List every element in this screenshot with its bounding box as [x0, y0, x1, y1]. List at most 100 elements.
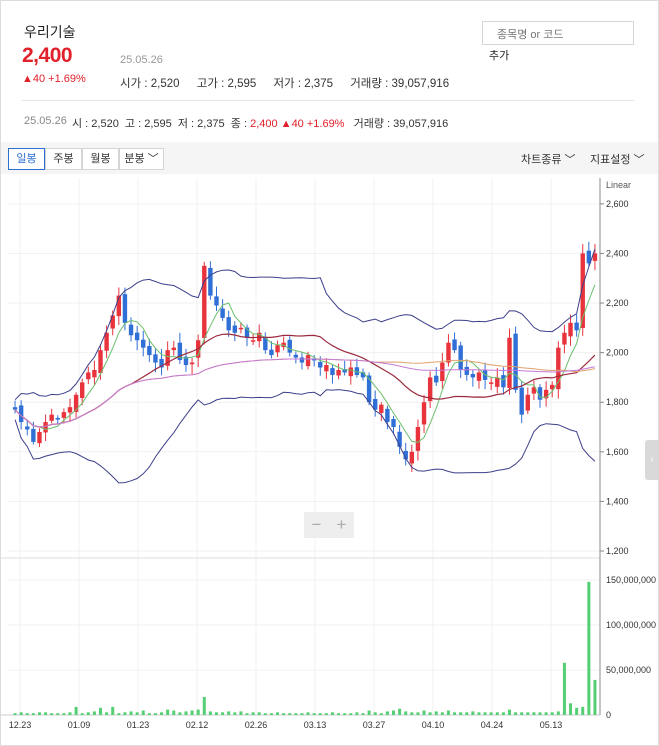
volume-bar: [489, 712, 493, 715]
candle: [214, 296, 219, 306]
volume-bar: [330, 712, 334, 715]
candle: [238, 327, 244, 330]
candle: [202, 265, 207, 339]
candle: [476, 372, 482, 381]
tab-minute[interactable]: 분봉 ﹀: [119, 148, 164, 170]
volume-bar: [62, 713, 66, 715]
candle: [440, 362, 445, 382]
candle: [208, 267, 213, 296]
x-tick-label: 01.09: [68, 720, 91, 730]
candle: [501, 375, 506, 388]
volume-bar: [13, 713, 17, 715]
x-tick-label: 12.23: [9, 720, 32, 730]
chart-type-menu[interactable]: 차트종류 ﹀: [521, 151, 576, 167]
candle: [488, 382, 494, 384]
volume-bar: [416, 712, 420, 715]
volume-bar: [556, 711, 560, 715]
price-tick-label: 2,000: [606, 348, 629, 358]
volume-bar: [404, 711, 408, 715]
candle: [470, 373, 476, 378]
candle: [79, 382, 85, 398]
tab-monthly[interactable]: 월봉: [82, 148, 119, 170]
volume-bar: [569, 703, 573, 715]
volume-bar: [520, 712, 524, 715]
price-tick-label: 2,400: [606, 248, 629, 258]
high-price: 고가 : 2,595: [196, 78, 257, 90]
candle: [562, 332, 567, 345]
candle: [421, 402, 427, 425]
candle: [49, 414, 54, 421]
candle: [507, 337, 512, 389]
volume-bar: [80, 713, 84, 715]
side-panel-toggle[interactable]: ‹: [645, 440, 659, 480]
candle: [171, 347, 176, 351]
chevron-down-icon: ﹀: [144, 153, 159, 165]
volume-bar: [129, 711, 133, 715]
volume-bar: [257, 712, 261, 715]
volume-bar: [483, 712, 487, 715]
zoom-in-button[interactable]: +: [329, 515, 354, 535]
volume-bar: [477, 712, 481, 715]
candlestick-chart[interactable]: Linear 2,600 2,400 2,200 2,000 1,800 1,600 1,40…: [0, 178, 659, 744]
volume-bar: [562, 662, 566, 715]
volume-bar: [550, 712, 554, 715]
volume-bar: [410, 712, 414, 715]
volume-bar: [538, 712, 542, 715]
candle: [336, 369, 341, 376]
volume-bar: [245, 713, 249, 715]
candle: [141, 339, 146, 348]
low-price: 저가 : 2,375: [273, 78, 333, 90]
current-price: 2,400: [22, 44, 73, 67]
candle: [464, 366, 469, 375]
candle: [293, 354, 299, 358]
volume-bar: [373, 712, 377, 715]
tab-daily[interactable]: 일봉: [8, 148, 45, 170]
tab-weekly[interactable]: 주봉: [45, 148, 82, 170]
volume-bar: [56, 713, 60, 715]
indicator-settings-menu[interactable]: 지표설정 ﹀: [590, 151, 645, 167]
volume-bar: [117, 713, 121, 715]
volume-bar: [288, 713, 292, 715]
volume-bar: [434, 711, 438, 715]
add-button[interactable]: 추가: [489, 47, 509, 63]
candle: [61, 412, 67, 418]
candle: [556, 347, 561, 390]
volume-bar: [312, 713, 316, 715]
summary-stats: 시 : 2,520 고 : 2,595 저 : 2,375 종 : 2,400 …: [72, 115, 448, 131]
candle: [67, 407, 73, 413]
volume-bar: [227, 711, 231, 715]
quote-stats: 시가 : 2,520 고가 : 2,595 저가 : 2,375 거래량 : 3…: [120, 75, 463, 91]
volume-bar: [166, 709, 170, 715]
volume-bar: [141, 710, 145, 715]
volume-bar: [324, 713, 328, 715]
volume-bar: [337, 713, 341, 715]
volume-bar: [587, 581, 591, 715]
volume-bar: [86, 712, 90, 715]
volume-bar: [318, 713, 322, 715]
volume-bar: [111, 706, 115, 715]
volume-bar: [147, 713, 151, 715]
volume-bar: [422, 710, 426, 715]
volume-bar: [593, 679, 597, 715]
zoom-out-button[interactable]: −: [304, 515, 329, 535]
candle: [128, 324, 134, 336]
volume-bar: [361, 713, 365, 715]
volume-bar: [92, 711, 96, 715]
candle: [250, 340, 256, 342]
volume-tick-label: 50,000,000: [606, 665, 651, 675]
symbol-search-input[interactable]: [482, 21, 634, 45]
volume-bar: [526, 712, 530, 715]
candle: [513, 333, 518, 390]
x-tick-label: 02.12: [186, 720, 209, 730]
candle: [287, 339, 292, 353]
candle: [86, 372, 91, 380]
chevron-down-icon: ﹀: [561, 154, 576, 166]
zoom-control: − +: [304, 512, 354, 538]
candle: [275, 345, 280, 353]
volume-bar: [214, 712, 218, 715]
candle: [409, 451, 415, 464]
candle: [122, 294, 128, 323]
volume-bar: [282, 713, 286, 715]
scale-label: Linear: [606, 180, 631, 190]
volume-bar: [190, 710, 194, 715]
